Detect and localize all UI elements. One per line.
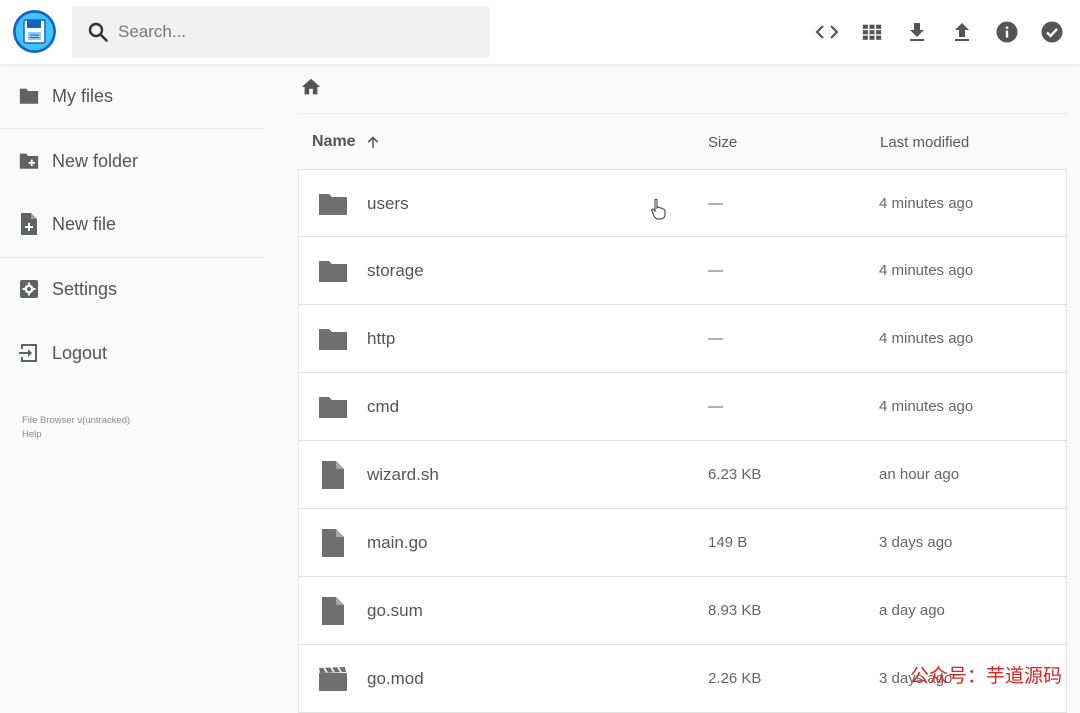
folder-icon <box>17 84 41 108</box>
breadcrumb-divider <box>298 113 1068 114</box>
folder-icon <box>318 325 348 353</box>
column-header-size: Size <box>708 133 738 151</box>
sidebar-item-label: My files <box>52 85 114 106</box>
file-modified: 4 minutes ago <box>879 330 974 347</box>
credits: File Browser v(untracked) Help <box>22 414 130 442</box>
watermark-text: 公众号：芋道源码 <box>910 665 1063 687</box>
sort-by-size[interactable]: Size <box>708 118 737 166</box>
arrow-upward-icon <box>364 133 382 151</box>
sidebar-item-settings[interactable]: Settings <box>0 261 264 317</box>
file-name: storage <box>367 261 424 280</box>
file-size: — <box>708 262 723 279</box>
upload-button[interactable] <box>946 16 978 48</box>
floppy-disk-icon <box>13 10 56 53</box>
info-button[interactable] <box>991 16 1023 48</box>
file-name: go.sum <box>367 601 423 620</box>
file-modified: 4 minutes ago <box>879 398 974 415</box>
file-size: — <box>708 195 723 212</box>
file-size: 8.93 KB <box>708 602 762 619</box>
folder-icon <box>318 190 348 218</box>
search-input[interactable] <box>118 22 458 42</box>
grid-view-icon <box>862 24 882 40</box>
file-modified: 4 minutes ago <box>879 195 974 212</box>
file-icon <box>318 529 348 557</box>
sidebar-item-logout[interactable]: Logout <box>0 325 264 381</box>
sidebar-divider <box>0 128 264 129</box>
table-row[interactable]: storage — 4 minutes ago <box>298 237 1067 305</box>
check-circle-icon <box>1041 21 1063 43</box>
file-icon <box>318 461 348 489</box>
select-multiple-button[interactable] <box>1036 16 1068 48</box>
version-text: File Browser v(untracked) <box>22 415 131 426</box>
search-bar[interactable] <box>72 6 490 58</box>
file-modified: an hour ago <box>879 466 960 483</box>
table-row[interactable]: go.sum 8.93 KB a day ago <box>298 577 1067 645</box>
upload-icon <box>955 23 969 41</box>
file-size: 2.26 KB <box>708 670 762 687</box>
download-button[interactable] <box>901 16 933 48</box>
folder-icon <box>318 257 348 285</box>
file-name: main.go <box>367 533 428 552</box>
note-add-icon <box>17 212 41 236</box>
download-icon <box>910 23 924 41</box>
breadcrumb-home[interactable] <box>300 76 324 100</box>
file-size: 149 B <box>708 534 748 551</box>
sort-by-modified[interactable]: Last modified <box>880 118 969 166</box>
sidebar-item-label: New file <box>52 213 117 234</box>
table-row[interactable]: main.go 149 B 3 days ago <box>298 509 1067 577</box>
table-row[interactable]: http — 4 minutes ago <box>298 305 1067 373</box>
table-row[interactable]: wizard.sh 6.23 KB an hour ago <box>298 441 1067 509</box>
switch-view-button[interactable] <box>856 16 888 48</box>
header-actions <box>811 16 1068 48</box>
file-icon <box>318 597 348 625</box>
folder-icon <box>318 393 348 421</box>
file-size: — <box>708 330 723 347</box>
toggle-shell-button[interactable] <box>811 16 843 48</box>
info-icon <box>996 21 1018 43</box>
exit-icon <box>17 341 41 365</box>
sort-by-name[interactable]: Name <box>312 118 382 166</box>
file-name: wizard.sh <box>367 465 439 484</box>
help-link[interactable]: Help <box>22 428 130 442</box>
listing-header: Name Size Last modified <box>298 118 1068 166</box>
file-size: — <box>708 398 723 415</box>
settings-icon <box>17 277 41 301</box>
table-row[interactable]: cmd — 4 minutes ago <box>298 373 1067 441</box>
file-name: go.mod <box>367 669 424 688</box>
column-header-modified: Last modified <box>880 133 970 151</box>
home-icon <box>301 78 321 95</box>
code-icon <box>815 25 839 39</box>
sidebar-divider <box>0 257 264 258</box>
app-header <box>0 0 1080 64</box>
column-header-name: Name <box>312 133 356 150</box>
file-modified: 4 minutes ago <box>879 262 974 279</box>
watermark: 公众号：芋道源码 <box>910 661 1062 688</box>
file-name: cmd <box>367 397 400 416</box>
file-size: 6.23 KB <box>708 466 762 483</box>
sidebar-item-new-file[interactable]: New file <box>0 196 264 252</box>
table-row[interactable]: users — 4 minutes ago <box>298 169 1067 237</box>
movie-icon <box>318 665 348 693</box>
search-icon <box>88 22 108 42</box>
sidebar: My files New folder New file Settings Lo… <box>0 64 264 694</box>
sidebar-item-label: New folder <box>52 150 139 171</box>
sidebar-item-label: Logout <box>52 342 108 363</box>
sidebar-item-label: Settings <box>52 278 118 299</box>
hand-cursor-icon <box>651 198 666 220</box>
file-list: users — 4 minutes ago storage — 4 minute… <box>298 169 1068 713</box>
file-name: http <box>367 329 396 348</box>
file-name: users <box>367 194 409 213</box>
file-modified: 3 days ago <box>879 534 953 551</box>
create-new-folder-icon <box>17 149 41 173</box>
sidebar-item-new-folder[interactable]: New folder <box>0 133 264 189</box>
file-modified: a day ago <box>879 602 945 619</box>
app-logo[interactable] <box>13 10 56 53</box>
sidebar-item-my-files[interactable]: My files <box>0 68 264 124</box>
